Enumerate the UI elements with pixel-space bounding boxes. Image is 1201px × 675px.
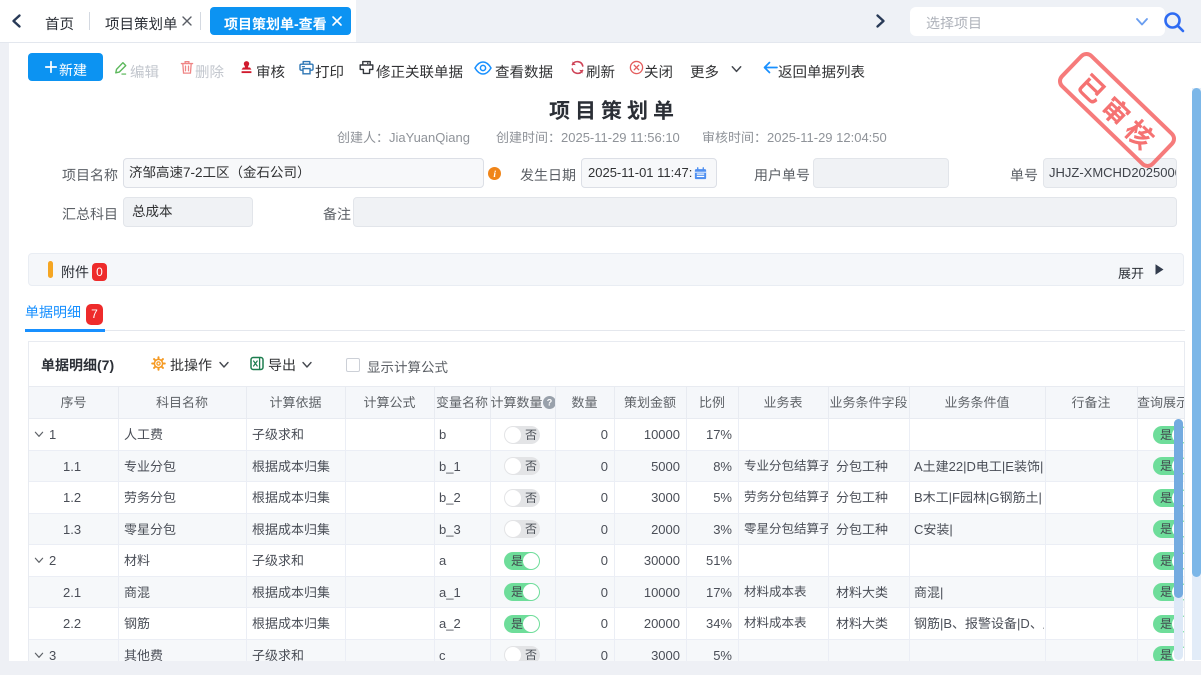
svg-text:?: ? (547, 398, 553, 408)
svg-text:i: i (493, 170, 496, 180)
